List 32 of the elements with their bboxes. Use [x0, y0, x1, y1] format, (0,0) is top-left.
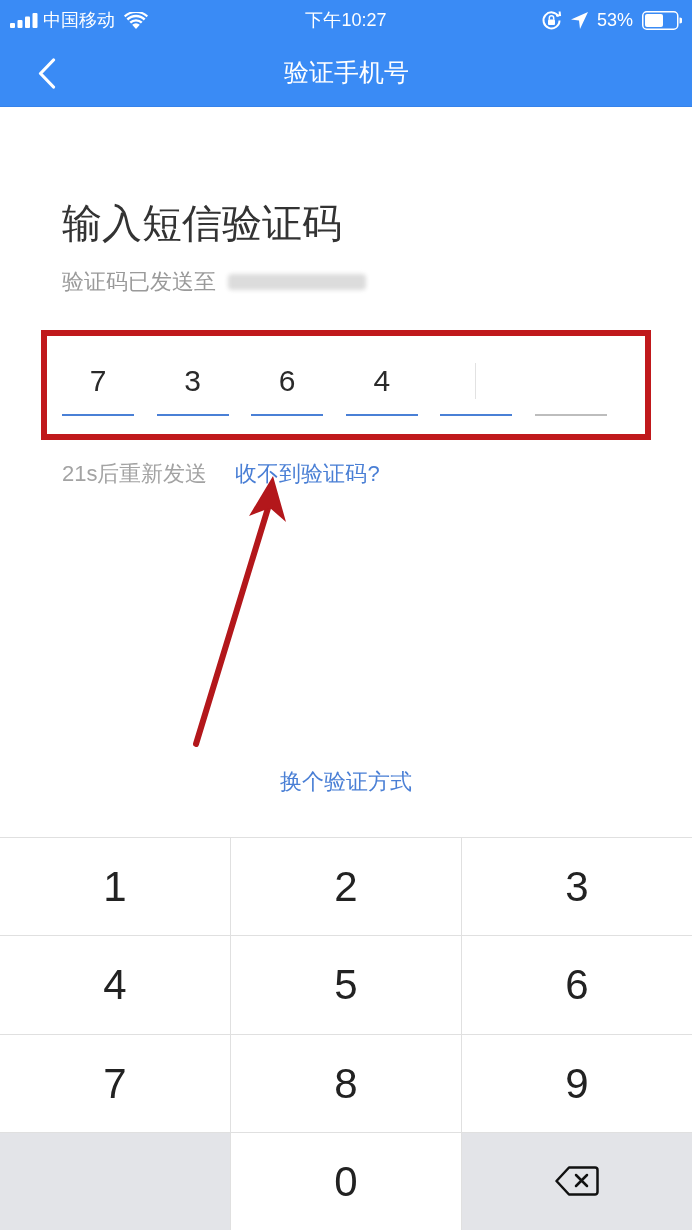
- sent-to-label: 验证码已发送至: [62, 268, 216, 296]
- code-input-field[interactable]: 3: [156, 361, 229, 416]
- no-code-link[interactable]: 收不到验证码?: [235, 459, 380, 489]
- delete-key[interactable]: [462, 1132, 692, 1230]
- page-title: 验证手机号: [283, 57, 409, 89]
- battery-percent: 53%: [596, 8, 633, 32]
- digit-key[interactable]: 0: [231, 1132, 461, 1230]
- digit-key[interactable]: 8: [231, 1034, 461, 1132]
- rotation-lock-icon: [540, 9, 562, 31]
- digit-key[interactable]: 6: [462, 936, 692, 1034]
- wifi-icon: [124, 11, 148, 29]
- digit-key[interactable]: 2: [231, 838, 461, 936]
- back-chevron-icon: [38, 57, 56, 89]
- digit-key[interactable]: 4: [0, 936, 230, 1034]
- digit-key[interactable]: 5: [231, 936, 461, 1034]
- code-input-field[interactable]: 7: [62, 361, 134, 416]
- digit-key[interactable]: 7: [0, 1034, 230, 1132]
- digit-key[interactable]: 1: [0, 838, 230, 936]
- battery-icon: [642, 10, 682, 30]
- heading: 输入短信验证码: [62, 200, 342, 247]
- clock-time: 下午10:27: [305, 8, 387, 32]
- digit-key[interactable]: 3: [462, 838, 692, 936]
- code-input-field[interactable]: [440, 361, 513, 416]
- digit-key[interactable]: 9: [462, 1034, 692, 1132]
- signal-icon: [10, 12, 38, 28]
- resend-countdown: 21s后重新发送: [62, 460, 208, 488]
- location-arrow-icon: [570, 11, 588, 29]
- switch-method-link[interactable]: 换个验证方式: [280, 767, 412, 797]
- backspace-icon: [555, 1166, 599, 1197]
- code-input-field[interactable]: 4: [345, 361, 418, 416]
- carrier-name: 中国移动: [43, 8, 115, 32]
- code-input-field[interactable]: 6: [251, 361, 324, 416]
